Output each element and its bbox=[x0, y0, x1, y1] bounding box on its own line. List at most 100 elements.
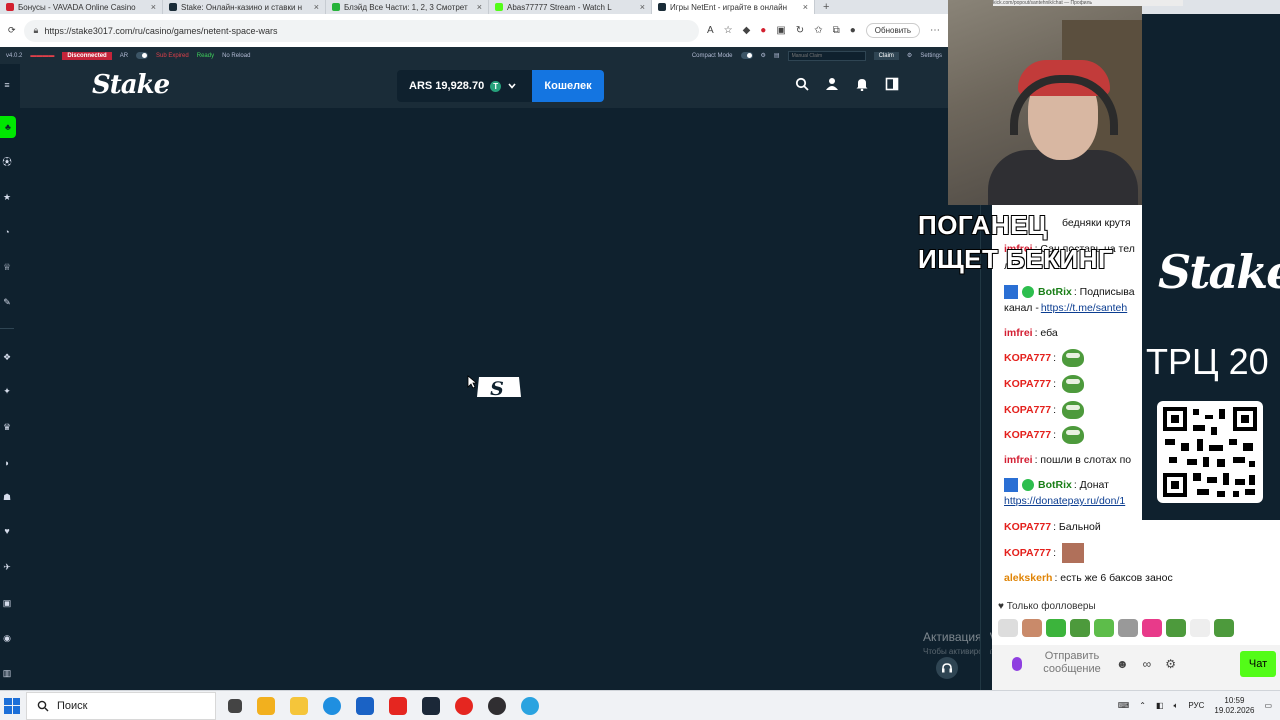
wallet-button[interactable]: Кошелек bbox=[532, 70, 604, 102]
sidebar-toggle-icon[interactable] bbox=[884, 76, 900, 92]
emote-icon[interactable] bbox=[1166, 619, 1186, 637]
network-icon[interactable]: ◧ bbox=[1156, 701, 1164, 710]
emote-icon[interactable] bbox=[1118, 619, 1138, 637]
chat-nick[interactable]: BotRix bbox=[1038, 479, 1072, 491]
favorites-icon[interactable]: ✩ bbox=[814, 25, 822, 36]
chat-nick[interactable]: KOPA777 bbox=[1004, 547, 1051, 559]
profile-avatar-icon[interactable]: ● bbox=[850, 25, 856, 36]
extension-icon[interactable]: ◆ bbox=[743, 25, 751, 36]
windows-start-icon[interactable] bbox=[4, 697, 20, 714]
chat-nick[interactable]: KOPA777 bbox=[1004, 378, 1051, 390]
claim-button[interactable]: Claim bbox=[873, 51, 899, 60]
close-tab-icon[interactable]: × bbox=[803, 2, 808, 12]
emote-icon[interactable] bbox=[1070, 619, 1090, 637]
chevron-up-icon[interactable]: ⌃ bbox=[1139, 701, 1146, 710]
url-field[interactable]: 🔒︎ https://stake3017.com/ru/casino/games… bbox=[23, 19, 699, 42]
extension-icon[interactable]: ● bbox=[760, 25, 766, 36]
gear-icon[interactable]: ⚙ bbox=[1165, 657, 1176, 671]
emote-icon[interactable] bbox=[1046, 619, 1066, 637]
file-explorer-icon[interactable] bbox=[290, 696, 308, 715]
taskbar-search[interactable]: Поиск bbox=[26, 691, 216, 720]
ext-icon[interactable]: ⚙ bbox=[761, 52, 766, 59]
chat-nick[interactable]: KOPA777 bbox=[1004, 404, 1051, 416]
update-button[interactable]: Обновить bbox=[865, 23, 920, 38]
language-indicator[interactable]: РУС bbox=[1188, 701, 1204, 710]
favorite-star-icon[interactable]: ☆ bbox=[724, 25, 733, 36]
chat-nick[interactable]: alekskerh bbox=[1004, 572, 1052, 584]
microphone-icon[interactable] bbox=[1012, 657, 1022, 671]
yandex-icon[interactable] bbox=[389, 696, 407, 715]
browser-tab-active[interactable]: Игры NetEnt - играйте в онлайн × bbox=[652, 0, 815, 14]
browser-tab[interactable]: Stake: Онлайн-казино и ставки н × bbox=[163, 0, 326, 14]
stake-logo[interactable]: Stake bbox=[92, 70, 170, 100]
favorites-icon[interactable]: ★ bbox=[0, 190, 14, 204]
settings-label[interactable]: Settings bbox=[920, 53, 942, 59]
emote-icon[interactable] bbox=[1022, 619, 1042, 637]
user-icon[interactable] bbox=[824, 76, 840, 92]
mail-icon[interactable] bbox=[356, 696, 374, 715]
emote-icon[interactable] bbox=[998, 619, 1018, 637]
manual-claim-input[interactable] bbox=[787, 50, 866, 61]
bell-icon[interactable] bbox=[854, 76, 870, 92]
chat-nick[interactable]: BotRix bbox=[1038, 286, 1072, 298]
vip-icon[interactable]: ♛ bbox=[0, 420, 14, 434]
extension-icon[interactable]: ▣ bbox=[776, 25, 785, 36]
obs-icon[interactable] bbox=[488, 696, 506, 715]
recent-icon[interactable]: ◔ bbox=[0, 225, 14, 239]
ar-toggle[interactable] bbox=[136, 52, 149, 59]
edge-icon[interactable] bbox=[323, 696, 341, 715]
volume-icon[interactable]: 🔈︎ bbox=[1174, 701, 1179, 711]
clock[interactable]: 10:59 19.02.2026 bbox=[1214, 696, 1254, 716]
chat-nick[interactable]: KOPA777 bbox=[1004, 429, 1051, 441]
affiliate-icon[interactable]: ✦ bbox=[0, 384, 14, 398]
browser-tab[interactable]: Abas77777 Stream - Watch L × bbox=[489, 0, 652, 14]
notifications-icon[interactable]: ▭ bbox=[1264, 701, 1272, 710]
new-tab-icon[interactable]: + bbox=[815, 1, 837, 13]
support-icon[interactable]: ▣ bbox=[0, 596, 14, 610]
calculator-icon[interactable] bbox=[257, 696, 275, 715]
bets-icon[interactable]: ✎ bbox=[0, 295, 14, 309]
settings-icon[interactable]: ⚙ bbox=[907, 52, 912, 59]
blog-icon[interactable]: ◗ bbox=[0, 456, 14, 470]
collections-icon[interactable]: ⧉ bbox=[833, 25, 840, 36]
balance-selector[interactable]: ARS 19,928.70 T bbox=[397, 70, 532, 102]
chat-message-input[interactable]: Отправить сообщение bbox=[1040, 650, 1104, 676]
emote-icon[interactable] bbox=[1190, 619, 1210, 637]
chat-nick[interactable]: imfrei bbox=[1004, 454, 1033, 466]
close-tab-icon[interactable]: × bbox=[477, 2, 482, 12]
casino-icon[interactable]: ♣ bbox=[0, 116, 16, 138]
chat-link[interactable]: https://t.me/santeh bbox=[1041, 302, 1127, 314]
community-icon[interactable]: ∞ bbox=[1143, 657, 1152, 671]
chat-link[interactable]: https://donatepay.ru/don/1 bbox=[1004, 495, 1125, 507]
emoji-icon[interactable]: ☻ bbox=[1116, 657, 1129, 671]
emote-icon[interactable] bbox=[1094, 619, 1114, 637]
read-aloud-icon[interactable]: A bbox=[707, 25, 714, 36]
live-support-button[interactable] bbox=[936, 657, 958, 679]
menu-icon[interactable]: ≡ bbox=[0, 78, 14, 92]
refresh-extension-icon[interactable]: ↻ bbox=[796, 25, 804, 36]
telegram-icon[interactable] bbox=[521, 696, 539, 715]
keyboard-icon[interactable]: ⌨ bbox=[1118, 701, 1130, 710]
chat-nick[interactable]: imfrei bbox=[1004, 327, 1033, 339]
chat-nick[interactable]: KOPA777 bbox=[1004, 521, 1051, 533]
browser-tab[interactable]: Блэйд Все Части: 1, 2, 3 Смотрет × bbox=[326, 0, 489, 14]
reload-icon[interactable]: ⟳ bbox=[8, 25, 16, 36]
responsible-gambling-icon[interactable]: ✈ bbox=[0, 560, 14, 574]
emote-icon[interactable] bbox=[1142, 619, 1162, 637]
chat-nick[interactable]: KOPA777 bbox=[1004, 352, 1051, 364]
task-view-icon[interactable] bbox=[228, 698, 242, 713]
more-menu-icon[interactable]: ⋯ bbox=[930, 25, 940, 36]
sports-icon[interactable]: ⚽︎ bbox=[0, 154, 14, 168]
browser-tab[interactable]: Бонусы - VAVADA Online Casino × bbox=[0, 0, 163, 14]
promotions-icon[interactable]: ❖ bbox=[0, 350, 14, 364]
ext-icon[interactable]: ▤ bbox=[774, 52, 780, 59]
language-icon[interactable]: ◉ bbox=[0, 631, 14, 645]
search-icon[interactable] bbox=[794, 76, 810, 92]
yandex-browser-icon[interactable] bbox=[455, 696, 473, 715]
forum-icon[interactable]: ☗ bbox=[0, 490, 14, 504]
close-tab-icon[interactable]: × bbox=[640, 2, 645, 12]
emote-icon[interactable] bbox=[1214, 619, 1234, 637]
steam-icon[interactable] bbox=[422, 696, 440, 715]
close-tab-icon[interactable]: × bbox=[151, 2, 156, 12]
trash-icon[interactable]: ▥ bbox=[0, 666, 14, 680]
